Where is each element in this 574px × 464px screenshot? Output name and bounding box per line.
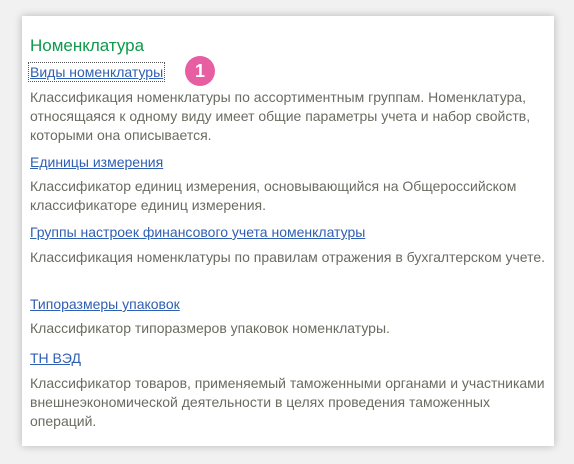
link-nomenclature-types[interactable]: Виды номенклатуры	[27, 62, 166, 82]
description-nomenclature-types: Классификация номенклатуры по ассортимен…	[30, 89, 531, 143]
nomenclature-panel: Номенклатура Виды номенклатуры 1 Классиф…	[22, 16, 554, 446]
link-financial-accounting-groups[interactable]: Группы настроек финансового учета номенк…	[30, 224, 365, 240]
link-units-of-measure[interactable]: Единицы измерения	[30, 154, 163, 170]
description-financial-accounting-groups: Классификация номенклатуры по правилам о…	[30, 249, 546, 265]
step-badge: 1	[185, 56, 215, 86]
description-package-sizes: Классификатор типоразмеров упаковок номе…	[30, 320, 390, 336]
description-tn-ved: Классификатор товаров, применяемый тамож…	[30, 375, 545, 429]
section-title: Номенклатура	[30, 36, 145, 55]
link-package-sizes[interactable]: Типоразмеры упаковок	[30, 296, 180, 312]
link-tn-ved[interactable]: ТН ВЭД	[30, 350, 81, 366]
description-units-of-measure: Классификатор единиц измерения, основыва…	[30, 178, 517, 213]
